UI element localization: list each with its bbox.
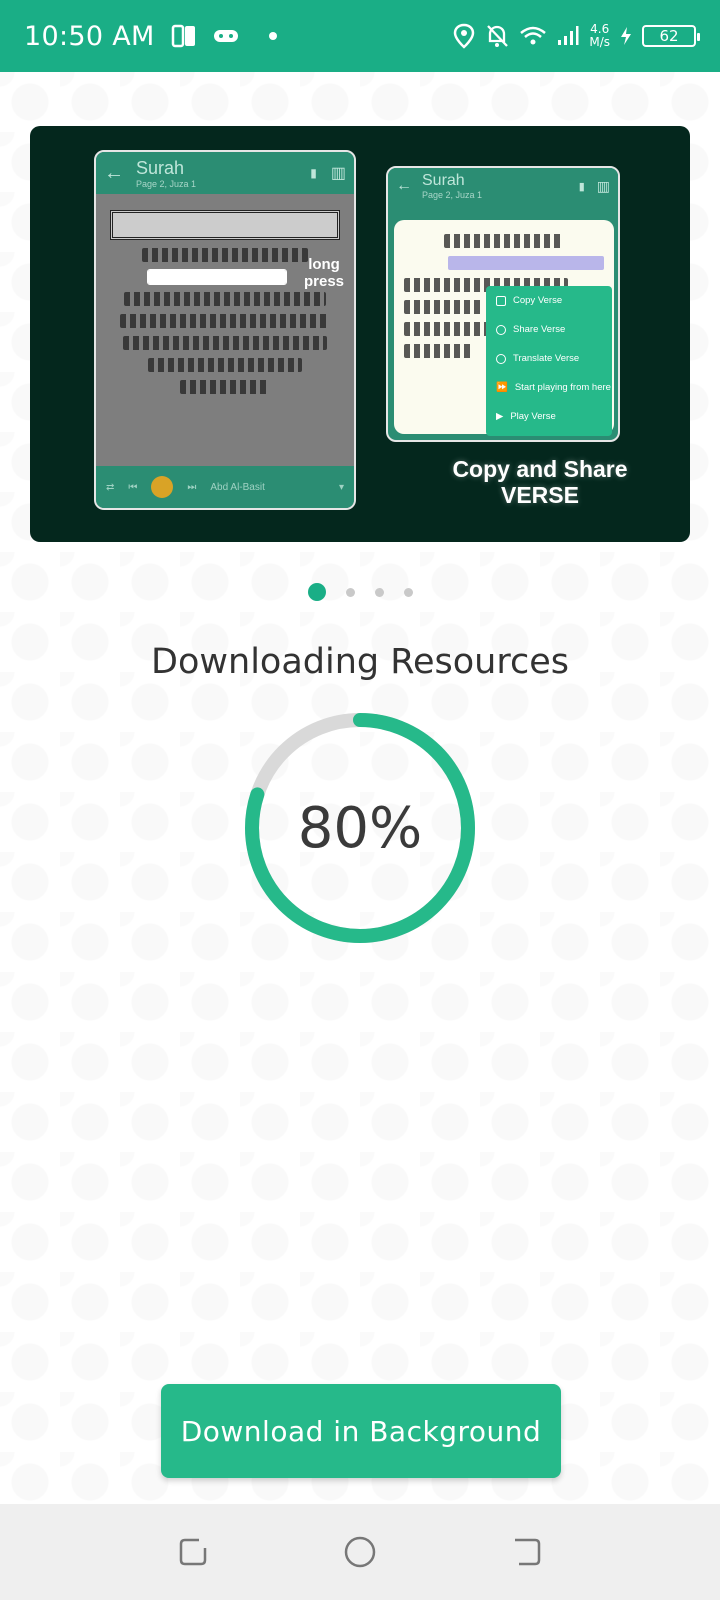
recents-icon [180,1538,207,1566]
menu-start-playing: ⏩ Start playing from here [496,382,611,393]
reciter-name: Abd Al-Basit [210,481,265,493]
pager-dot-1[interactable] [307,583,326,601]
feature-banner[interactable]: ← Surah Page 2, Juza 1 ▮ ▥ ⇄ ⏮ ⏭ Abd Al-… [30,126,690,542]
download-in-background-button[interactable]: Download in Background [161,1384,561,1478]
pager-dot-2[interactable] [345,587,355,597]
bell-off-icon [487,25,509,47]
location-icon [454,23,475,49]
repeat-icon: ⇄ [106,481,115,493]
status-bar: 10:50 AM 4.6 M/s 62 [0,0,720,72]
phone-right-subtitle: Page 2, Juza 1 [422,190,483,200]
play-small-icon: ▶ [496,411,504,422]
charging-icon [621,27,631,45]
phone-left-title: Surah [136,157,185,178]
gamepad-icon [213,30,238,42]
surah-frame [110,210,340,240]
recents-button[interactable] [176,1535,210,1569]
phone-right-title: Surah [422,172,465,189]
next-icon: ⏭ [187,481,197,493]
phone-left-subtitle: Page 2, Juza 1 [136,178,197,189]
long-press-hint: long press [304,256,344,290]
phone-right-header: ← Surah Page 2, Juza 1 ▮ ▥ [388,168,618,204]
long-press-label-1: long [308,256,340,273]
home-button[interactable] [343,1535,377,1569]
wifi-icon [520,26,547,45]
quran-page [96,194,354,412]
book-icon: ▥ [330,165,346,182]
progress-percent: 80% [297,795,423,861]
document-icon [171,24,195,48]
phone-mockup-right: ← Surah Page 2, Juza 1 ▮ ▥ Copy Verse Sh… [386,166,620,442]
network-speed: 4.6 M/s [589,23,610,49]
bookmark-icon: ▮ [578,180,585,193]
back-arrow-icon: ← [396,177,412,194]
banner-caption-line2: VERSE [501,482,579,508]
banner-caption-line1: Copy and Share [452,456,628,482]
bookmark-icon: ▮ [310,166,317,180]
phone-left-header: ← Surah Page 2, Juza 1 ▮ ▥ [96,152,354,194]
book-icon: ▥ [596,177,610,194]
pager-indicator [0,583,720,601]
menu-share-verse: Share Verse [486,315,612,344]
highlighted-verse [146,269,288,285]
copy-icon [496,295,506,306]
dropdown-icon: ▾ [338,481,344,493]
pager-dot-3[interactable] [374,587,384,597]
status-time: 10:50 AM [24,20,155,52]
play-icon [151,476,174,498]
network-speed-unit: M/s [589,35,610,49]
back-arrow-icon: ← [104,161,124,184]
globe-icon [496,353,506,364]
menu-play-verse: ▶ Play Verse [496,411,556,422]
banner-caption: Copy and Share VERSE [425,456,655,508]
system-nav-bar [0,1504,720,1600]
pager-dot-4[interactable] [403,587,413,597]
home-icon [344,1536,376,1568]
phone-mockup-left: ← Surah Page 2, Juza 1 ▮ ▥ ⇄ ⏮ ⏭ Abd Al-… [94,150,356,510]
signal-icon [558,26,579,45]
context-menu: Copy Verse Share Verse Translate Verse ⏩… [486,286,612,436]
menu-translate-verse: Translate Verse [486,344,612,373]
page-title: Downloading Resources [151,642,569,682]
battery-indicator: 62 [642,25,700,47]
long-press-label-2: press [304,273,345,290]
dot-icon [268,32,277,40]
share-icon [496,324,506,335]
back-icon [514,1538,540,1566]
back-button[interactable] [510,1535,544,1569]
audio-player: ⇄ ⏮ ⏭ Abd Al-Basit ▾ [96,466,354,508]
fast-forward-icon: ⏩ [496,382,508,393]
previous-icon: ⏮ [128,481,138,493]
menu-copy-verse: Copy Verse [486,286,612,315]
download-progress-ring: 80% [238,706,482,950]
